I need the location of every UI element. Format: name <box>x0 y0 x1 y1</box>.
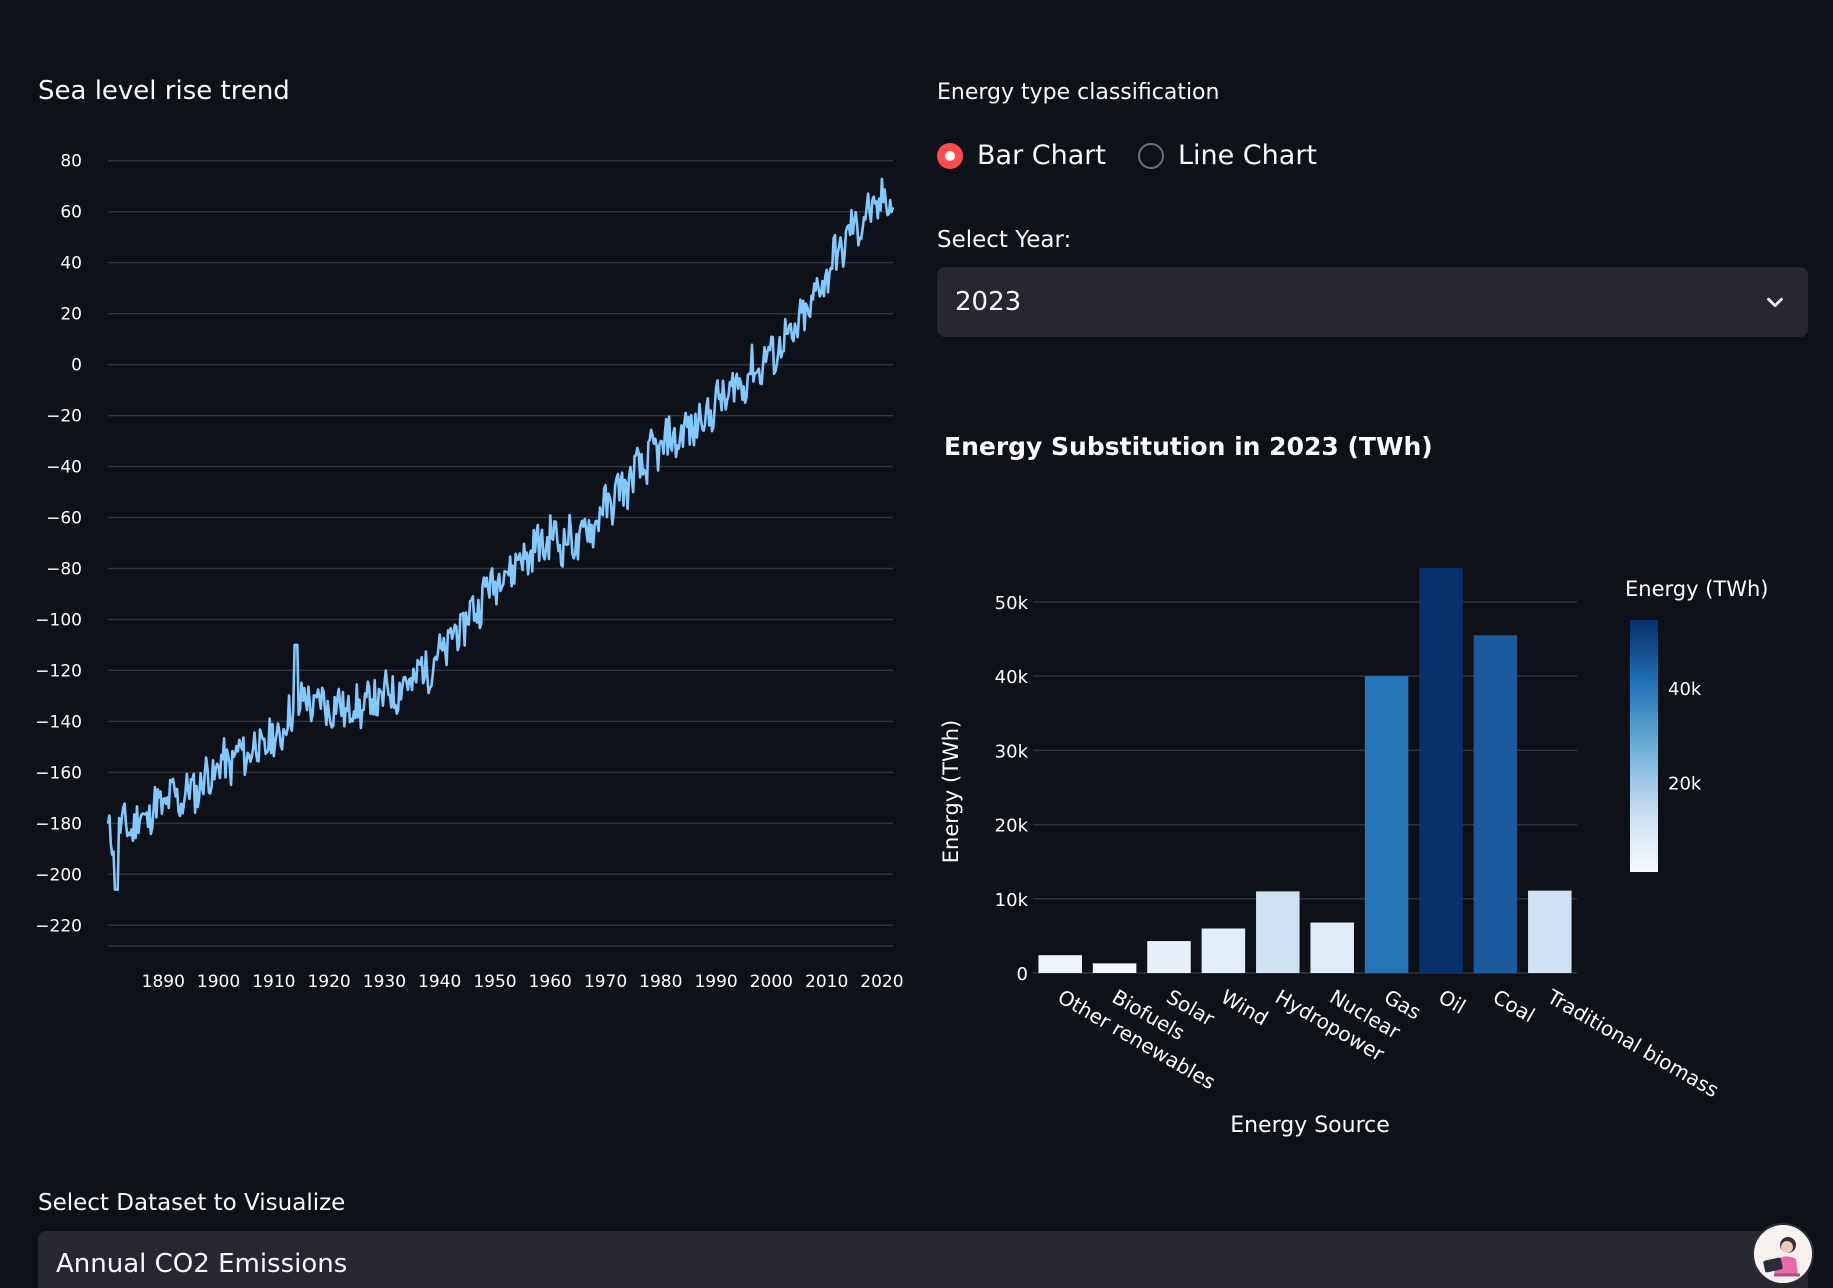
dataset-select[interactable]: Annual CO2 Emissions <box>38 1231 1808 1288</box>
x-tick-label: 1890 <box>142 972 185 990</box>
y-tick-label: −100 <box>35 610 82 630</box>
bar[interactable] <box>1038 955 1082 973</box>
y-tick-label: −180 <box>35 814 82 834</box>
y-tick-label: −200 <box>35 865 82 885</box>
bar[interactable] <box>1201 928 1246 973</box>
x-tick-label: Wind <box>1217 985 1273 1031</box>
x-tick-label: 1980 <box>639 972 682 990</box>
y-tick-label: 0 <box>71 356 82 376</box>
y-tick-label: 50k <box>995 593 1029 614</box>
x-tick-label: 1960 <box>529 972 572 990</box>
energy-chart-title: Energy Substitution in 2023 (TWh) <box>944 432 1433 461</box>
x-tick-label: 1910 <box>252 972 295 990</box>
y-axis-title: Energy (TWh) <box>939 720 963 863</box>
y-tick-label: 20k <box>995 816 1029 837</box>
y-tick-label: 10k <box>995 890 1029 911</box>
x-tick-label: 2020 <box>860 972 903 990</box>
bar[interactable] <box>1419 567 1463 973</box>
radio-line-chart[interactable]: Line Chart <box>1137 140 1318 171</box>
y-tick-label: 30k <box>995 741 1029 762</box>
energy-bar-chart: Energy Substitution in 2023 (TWh) 0 10k 20k… <box>939 432 1768 1138</box>
y-tick-label: −20 <box>46 407 82 427</box>
chart-type-radio-group: Bar Chart Line Chart <box>937 140 1349 171</box>
radio-bar-chart-label: Bar Chart <box>977 140 1106 171</box>
y-tick-label: −220 <box>35 916 82 936</box>
radio-checked-icon <box>937 142 963 169</box>
colorbar-tick-label: 20k <box>1668 774 1702 795</box>
y-tick-label: −120 <box>35 661 82 681</box>
colorbar <box>1630 620 1658 872</box>
y-tick-label: −80 <box>46 559 82 579</box>
colorbar-tick-label: 40k <box>1668 679 1702 700</box>
x-tick-label: 1930 <box>363 972 406 990</box>
x-axis-title: Energy Source <box>1230 1113 1390 1138</box>
y-tick-label: −160 <box>35 763 82 783</box>
y-tick-label: −40 <box>46 458 82 478</box>
y-tick-label: 0 <box>1017 964 1028 985</box>
year-select[interactable]: 2023 <box>937 267 1808 337</box>
colorbar-title: Energy (TWh) <box>1625 577 1768 601</box>
radio-bar-chart[interactable]: Bar Chart <box>937 140 1106 171</box>
x-tick-label: 1970 <box>584 972 627 990</box>
bar[interactable] <box>1147 941 1191 973</box>
x-tick-label: Traditional biomass <box>1542 984 1722 1102</box>
radio-unchecked-icon <box>1137 142 1164 169</box>
x-tick-label: 2010 <box>805 972 848 990</box>
y-tick-label: 20 <box>60 305 82 325</box>
x-tick-label: 1900 <box>197 972 240 990</box>
y-tick-label: 40 <box>60 254 82 274</box>
x-tick-label: 1920 <box>307 972 350 990</box>
x-tick-label: 2000 <box>750 972 793 990</box>
dataset-select-label: Select Dataset to Visualize <box>38 1190 346 1216</box>
y-tick-label: 60 <box>60 203 82 223</box>
select-year-label: Select Year: <box>937 227 1072 253</box>
bar[interactable] <box>1473 635 1518 973</box>
x-tick-label: Oil <box>1435 985 1470 1019</box>
bar[interactable] <box>1256 891 1300 973</box>
y-tick-label: 40k <box>995 667 1029 688</box>
y-tick-label: 80 <box>60 152 82 172</box>
y-tick-label: −60 <box>46 509 82 529</box>
avatar[interactable] <box>1752 1223 1814 1285</box>
sea-level-title: Sea level rise trend <box>38 76 290 106</box>
bar[interactable] <box>1310 922 1354 973</box>
x-tick-label: Coal <box>1489 985 1539 1028</box>
y-tick-label: −140 <box>35 712 82 732</box>
dataset-select-value: Annual CO2 Emissions <box>56 1249 348 1279</box>
app-page: Sea level rise trend 80 60 40 20 0 −20 −40 −60 −… <box>0 0 1833 1288</box>
year-select-value: 2023 <box>955 287 1022 317</box>
x-tick-label: 1940 <box>418 972 461 990</box>
energy-type-label: Energy type classification <box>937 80 1220 105</box>
bar[interactable] <box>1528 890 1572 973</box>
bar[interactable] <box>1364 676 1409 973</box>
sea-level-series-line <box>106 177 895 891</box>
bar[interactable] <box>1092 963 1137 973</box>
x-tick-label: 1990 <box>694 972 737 990</box>
sea-level-chart: 80 60 40 20 0 −20 −40 −60 −80 −100 −120 −140 −160 −18… <box>35 152 903 990</box>
radio-line-chart-label: Line Chart <box>1177 140 1318 171</box>
chevron-down-icon <box>1767 297 1783 308</box>
avatar-illustration-icon <box>1754 1225 1812 1283</box>
x-tick-label: 1950 <box>473 972 516 990</box>
